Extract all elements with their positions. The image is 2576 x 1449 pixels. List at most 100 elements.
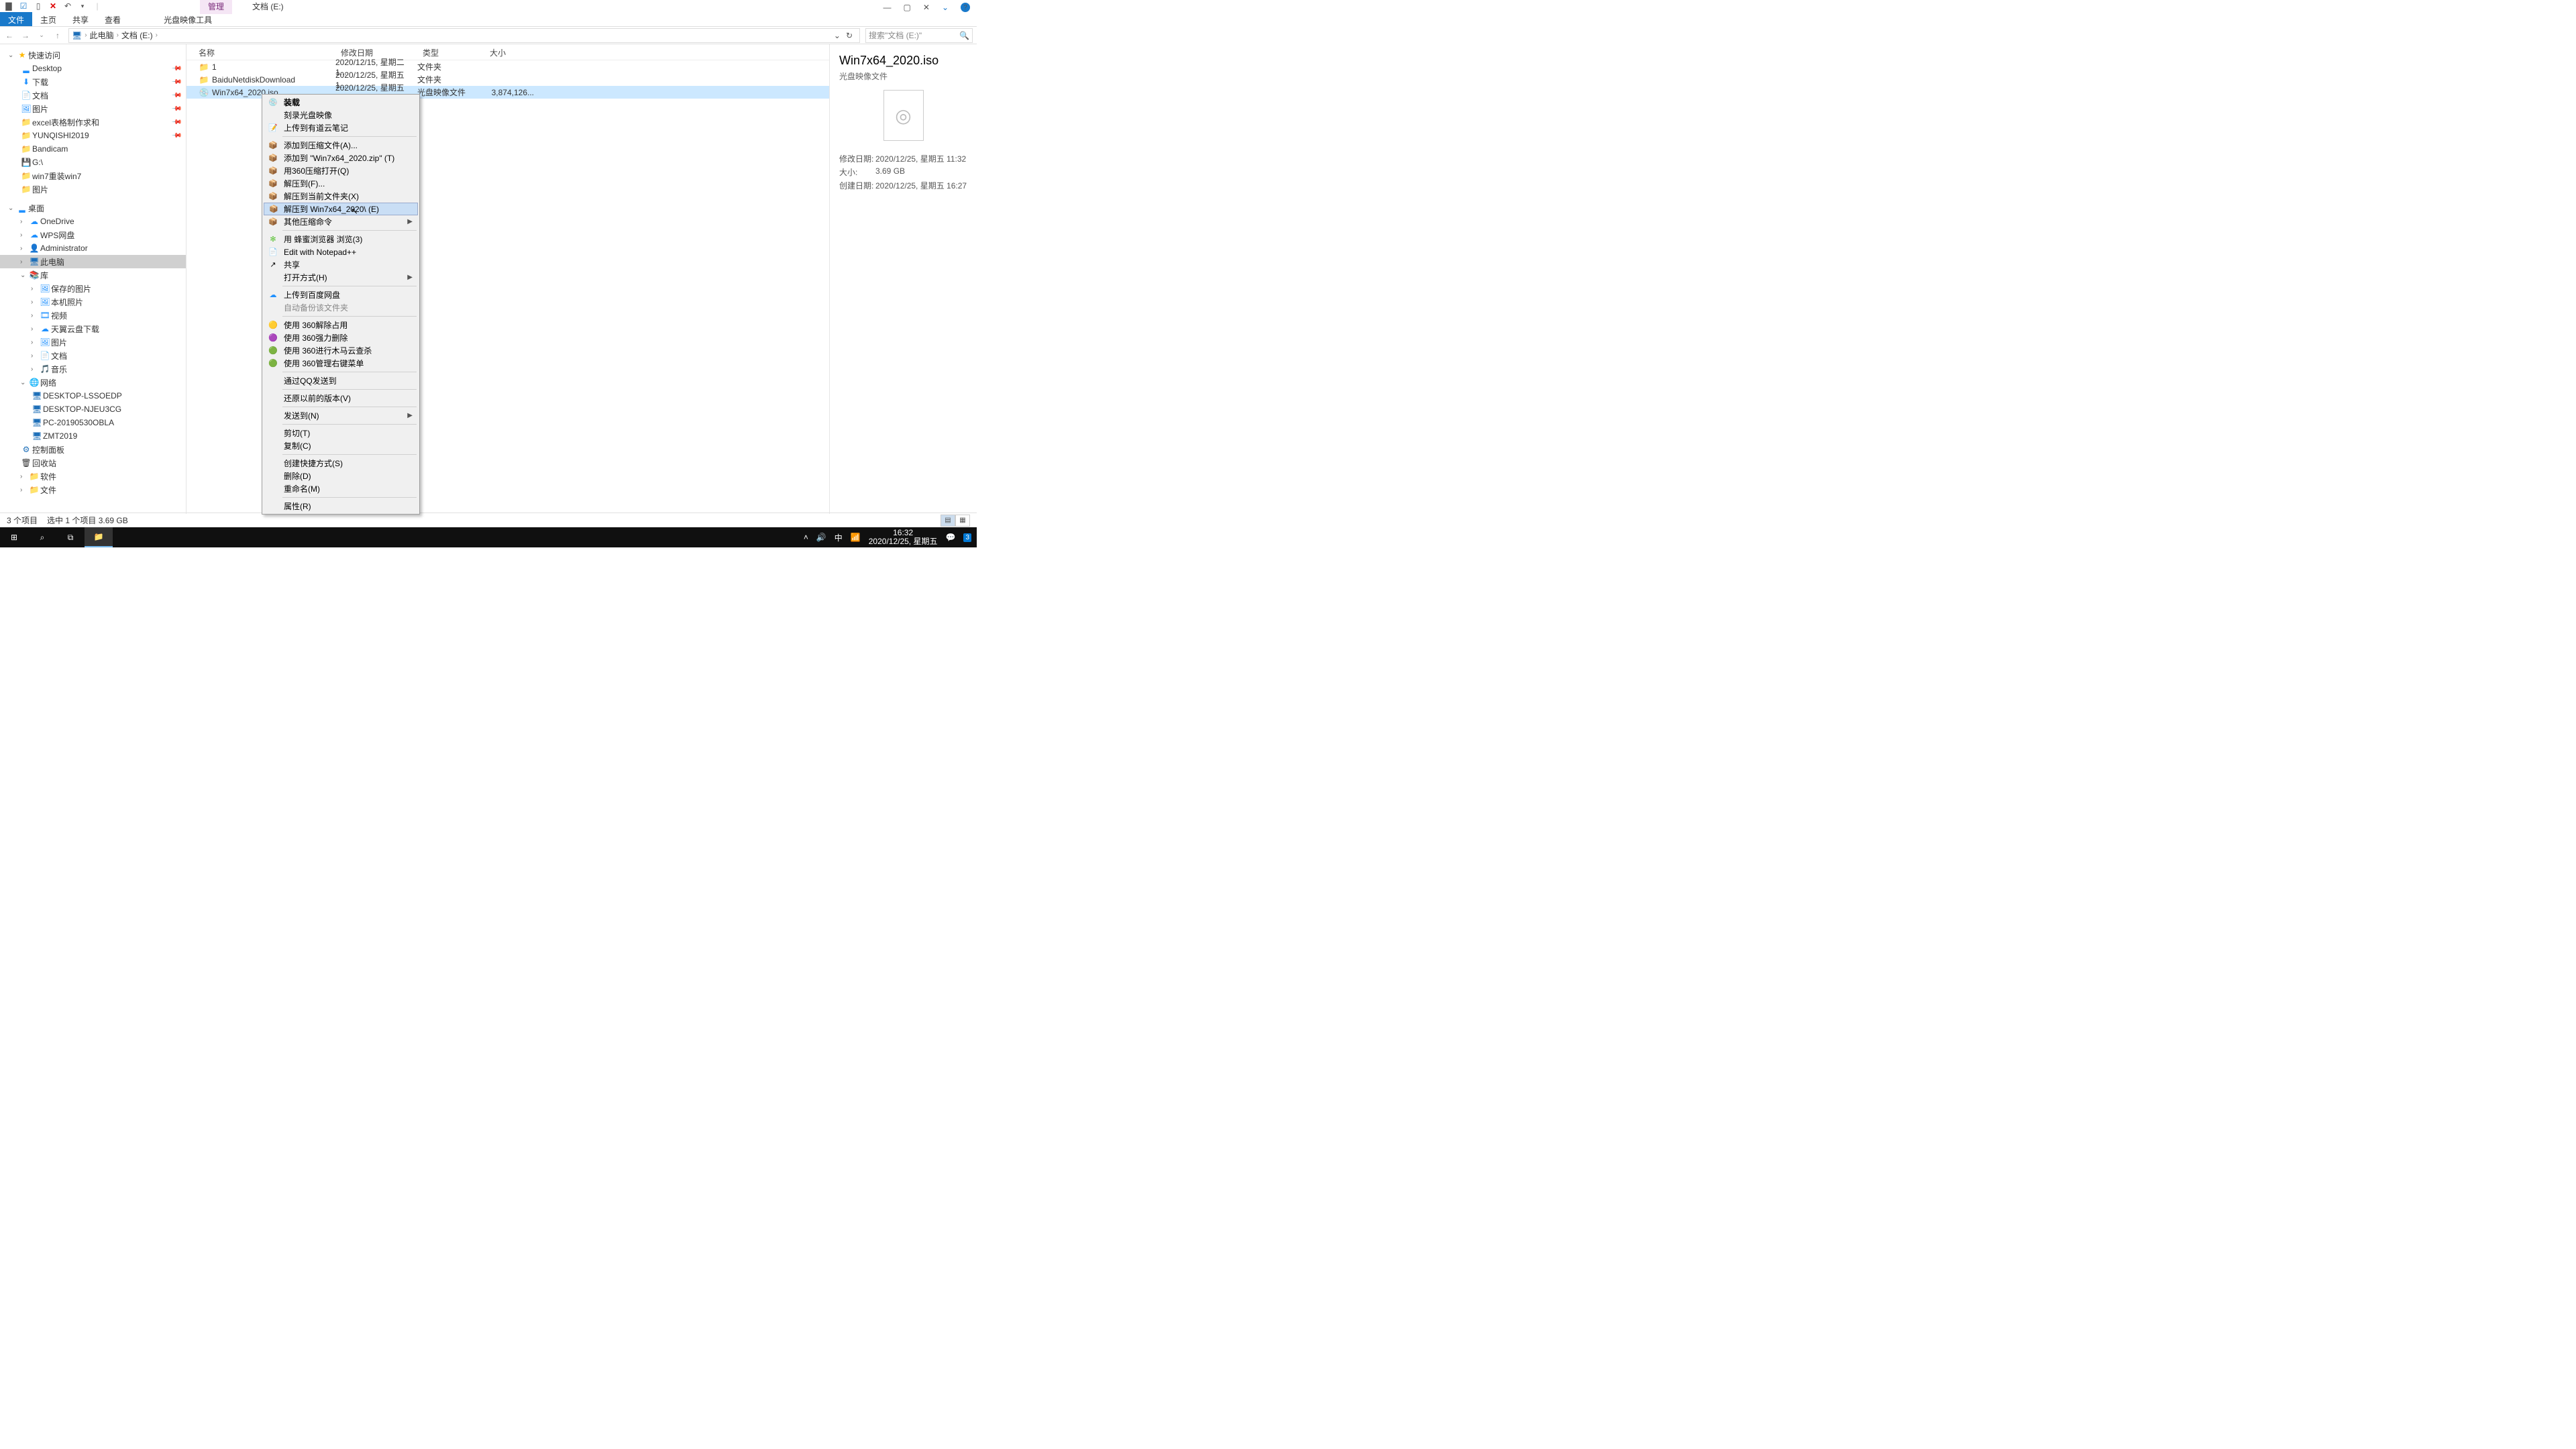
tree-item[interactable]: DESKTOP-NJEU3CG xyxy=(43,405,121,414)
explorer-taskbar-button[interactable]: 📁 xyxy=(85,527,113,547)
tree-item[interactable]: 文件 xyxy=(40,484,56,496)
qat-checkbox-icon[interactable]: ☑ xyxy=(19,1,28,11)
chevron-right-icon[interactable]: › xyxy=(20,218,28,225)
tree-item[interactable]: 库 xyxy=(40,270,48,281)
file-row[interactable]: 📁BaiduNetdiskDownload 2020/12/25, 星期五 1.… xyxy=(186,73,829,86)
ctx-youdao[interactable]: 📝上传到有道云笔记 xyxy=(264,121,418,134)
ctx-add-archive[interactable]: 📦添加到压缩文件(A)... xyxy=(264,139,418,152)
ctx-notepad[interactable]: 📄Edit with Notepad++ xyxy=(264,246,418,258)
col-type[interactable]: 类型 xyxy=(417,44,484,60)
minimize-button[interactable]: — xyxy=(883,3,892,12)
chevron-down-icon[interactable]: ⌄ xyxy=(8,205,16,212)
search-button[interactable]: ⌕ xyxy=(28,527,56,547)
ctx-shortcut[interactable]: 创建快捷方式(S) xyxy=(264,457,418,470)
action-center-icon[interactable]: 💬 xyxy=(945,533,955,542)
chevron-right-icon[interactable]: › xyxy=(156,32,158,39)
nav-tree[interactable]: ⌄★快速访问 ▂Desktop📌 ⬇下载📌 📄文档📌 🖼图片📌 📁excel表格… xyxy=(0,44,186,514)
breadcrumb[interactable]: 🖥 › 此电脑 › 文档 (E:) › ⌄ ↻ xyxy=(68,28,860,43)
ctx-extract-here[interactable]: 📦解压到当前文件夹(X) xyxy=(264,190,418,203)
ctx-open-with[interactable]: 打开方式(H)▶ xyxy=(264,271,418,284)
tree-item[interactable]: 图片 xyxy=(32,103,48,115)
chevron-right-icon[interactable]: › xyxy=(31,312,39,319)
ctx-baidu[interactable]: ☁上传到百度网盘 xyxy=(264,288,418,301)
ribbon-tab-view[interactable]: 查看 xyxy=(97,12,129,26)
taskbar[interactable]: ⊞ ⌕ ⧉ 📁 ˄ 🔊 中 📶 16:32 2020/12/25, 星期五 💬 … xyxy=(0,527,977,547)
ctx-add-zip[interactable]: 📦添加到 "Win7x64_2020.zip" (T) xyxy=(264,152,418,164)
tree-item[interactable]: 保存的图片 xyxy=(51,283,91,294)
maximize-button[interactable]: ▢ xyxy=(904,3,911,12)
ctx-360-manage[interactable]: 🟢使用 360管理右键菜单 xyxy=(264,357,418,370)
ctx-open-360zip[interactable]: 📦用360压缩打开(Q) xyxy=(264,164,418,177)
ctx-cut[interactable]: 剪切(T) xyxy=(264,427,418,439)
ribbon-tab-home[interactable]: 主页 xyxy=(32,12,64,26)
col-name[interactable]: 名称 xyxy=(186,44,335,60)
tree-item[interactable]: YUNQISHI2019 xyxy=(32,131,89,140)
ctx-extract-to[interactable]: 📦解压到(F)... xyxy=(264,177,418,190)
chevron-right-icon[interactable]: › xyxy=(31,299,39,306)
ribbon-tab-file[interactable]: 文件 xyxy=(0,12,32,26)
ctx-extract-named[interactable]: 📦解压到 Win7x64_2020\ (E) xyxy=(264,203,418,215)
tree-item[interactable]: win7重装win7 xyxy=(32,170,81,182)
tree-item[interactable]: Desktop xyxy=(32,64,62,73)
tree-item[interactable]: 文档 xyxy=(51,350,67,362)
ctx-other-zip[interactable]: 📦其他压缩命令▶ xyxy=(264,215,418,228)
qat-undo-icon[interactable]: ↶ xyxy=(63,1,72,11)
nav-history-icon[interactable]: ⌄ xyxy=(36,32,47,39)
col-size[interactable]: 大小 xyxy=(484,44,538,60)
ctx-rename[interactable]: 重命名(M) xyxy=(264,482,418,495)
chevron-right-icon[interactable]: › xyxy=(31,285,39,292)
tree-item[interactable]: 视频 xyxy=(51,310,67,321)
help-icon[interactable]: ? xyxy=(961,3,970,12)
tree-item[interactable]: 天翼云盘下载 xyxy=(51,323,99,335)
chevron-right-icon[interactable]: › xyxy=(20,258,28,266)
ctx-burn[interactable]: 刻录光盘映像 xyxy=(264,109,418,121)
chevron-right-icon[interactable]: › xyxy=(20,486,28,494)
qat-delete-icon[interactable]: ✕ xyxy=(48,1,58,11)
close-button[interactable]: ✕ xyxy=(923,3,930,12)
nav-forward-button[interactable]: → xyxy=(20,31,31,40)
tree-item[interactable]: 控制面板 xyxy=(32,444,64,455)
task-view-button[interactable]: ⧉ xyxy=(56,527,85,547)
chevron-right-icon[interactable]: › xyxy=(85,32,87,39)
network-icon[interactable]: 📶 xyxy=(851,533,861,542)
ribbon-tab-disc-tools[interactable]: 光盘映像工具 xyxy=(156,12,220,26)
tree-item[interactable]: 下载 xyxy=(32,76,48,88)
tree-item[interactable]: Administrator xyxy=(40,244,88,253)
tree-item[interactable]: 音乐 xyxy=(51,364,67,375)
breadcrumb-item[interactable]: 文档 (E:) xyxy=(121,30,153,41)
breadcrumb-item[interactable]: 此电脑 xyxy=(90,30,114,41)
view-thumbs-button[interactable]: ▦ xyxy=(955,515,970,527)
ctx-qq-send[interactable]: 通过QQ发送到 xyxy=(264,374,418,387)
file-row[interactable]: 📁1 2020/12/15, 星期二 1... 文件夹 xyxy=(186,60,829,73)
ctx-share[interactable]: ↗共享 xyxy=(264,258,418,271)
column-headers[interactable]: 名称 修改日期 类型 大小 xyxy=(186,44,829,60)
chevron-right-icon[interactable]: › xyxy=(31,366,39,373)
tree-this-pc[interactable]: 此电脑 xyxy=(40,256,64,268)
ctx-mount[interactable]: 💿装载 xyxy=(264,96,418,109)
taskbar-clock[interactable]: 16:32 2020/12/25, 星期五 xyxy=(869,529,938,546)
tree-item[interactable]: PC-20190530OBLA xyxy=(43,418,114,427)
ctx-delete[interactable]: 删除(D) xyxy=(264,470,418,482)
nav-up-button[interactable]: ↑ xyxy=(52,31,63,40)
chevron-right-icon[interactable]: › xyxy=(20,473,28,480)
tree-item[interactable]: 图片 xyxy=(32,184,48,195)
tree-item[interactable]: 软件 xyxy=(40,471,56,482)
chevron-right-icon[interactable]: › xyxy=(31,352,39,360)
ctx-360-trojan[interactable]: 🟢使用 360进行木马云查杀 xyxy=(264,344,418,357)
ribbon-caret-icon[interactable]: ⌄ xyxy=(942,3,949,12)
tree-item[interactable]: 回收站 xyxy=(32,458,56,469)
volume-icon[interactable]: 🔊 xyxy=(816,533,826,542)
start-button[interactable]: ⊞ xyxy=(0,527,28,547)
tree-item[interactable]: Bandicam xyxy=(32,144,68,154)
ctx-send-to[interactable]: 发送到(N)▶ xyxy=(264,409,418,422)
chevron-right-icon[interactable]: › xyxy=(117,32,119,39)
tree-item[interactable]: 本机照片 xyxy=(51,297,83,308)
chevron-down-icon[interactable]: ⌄ xyxy=(20,379,28,386)
tree-item[interactable]: WPS网盘 xyxy=(40,229,74,241)
tree-item[interactable]: G:\ xyxy=(32,158,43,167)
chevron-right-icon[interactable]: › xyxy=(20,231,28,239)
tree-desktop[interactable]: 桌面 xyxy=(28,203,44,214)
chevron-right-icon[interactable]: › xyxy=(31,339,39,346)
tree-item[interactable]: 文档 xyxy=(32,90,48,101)
refresh-icon[interactable]: ↻ xyxy=(846,31,853,40)
